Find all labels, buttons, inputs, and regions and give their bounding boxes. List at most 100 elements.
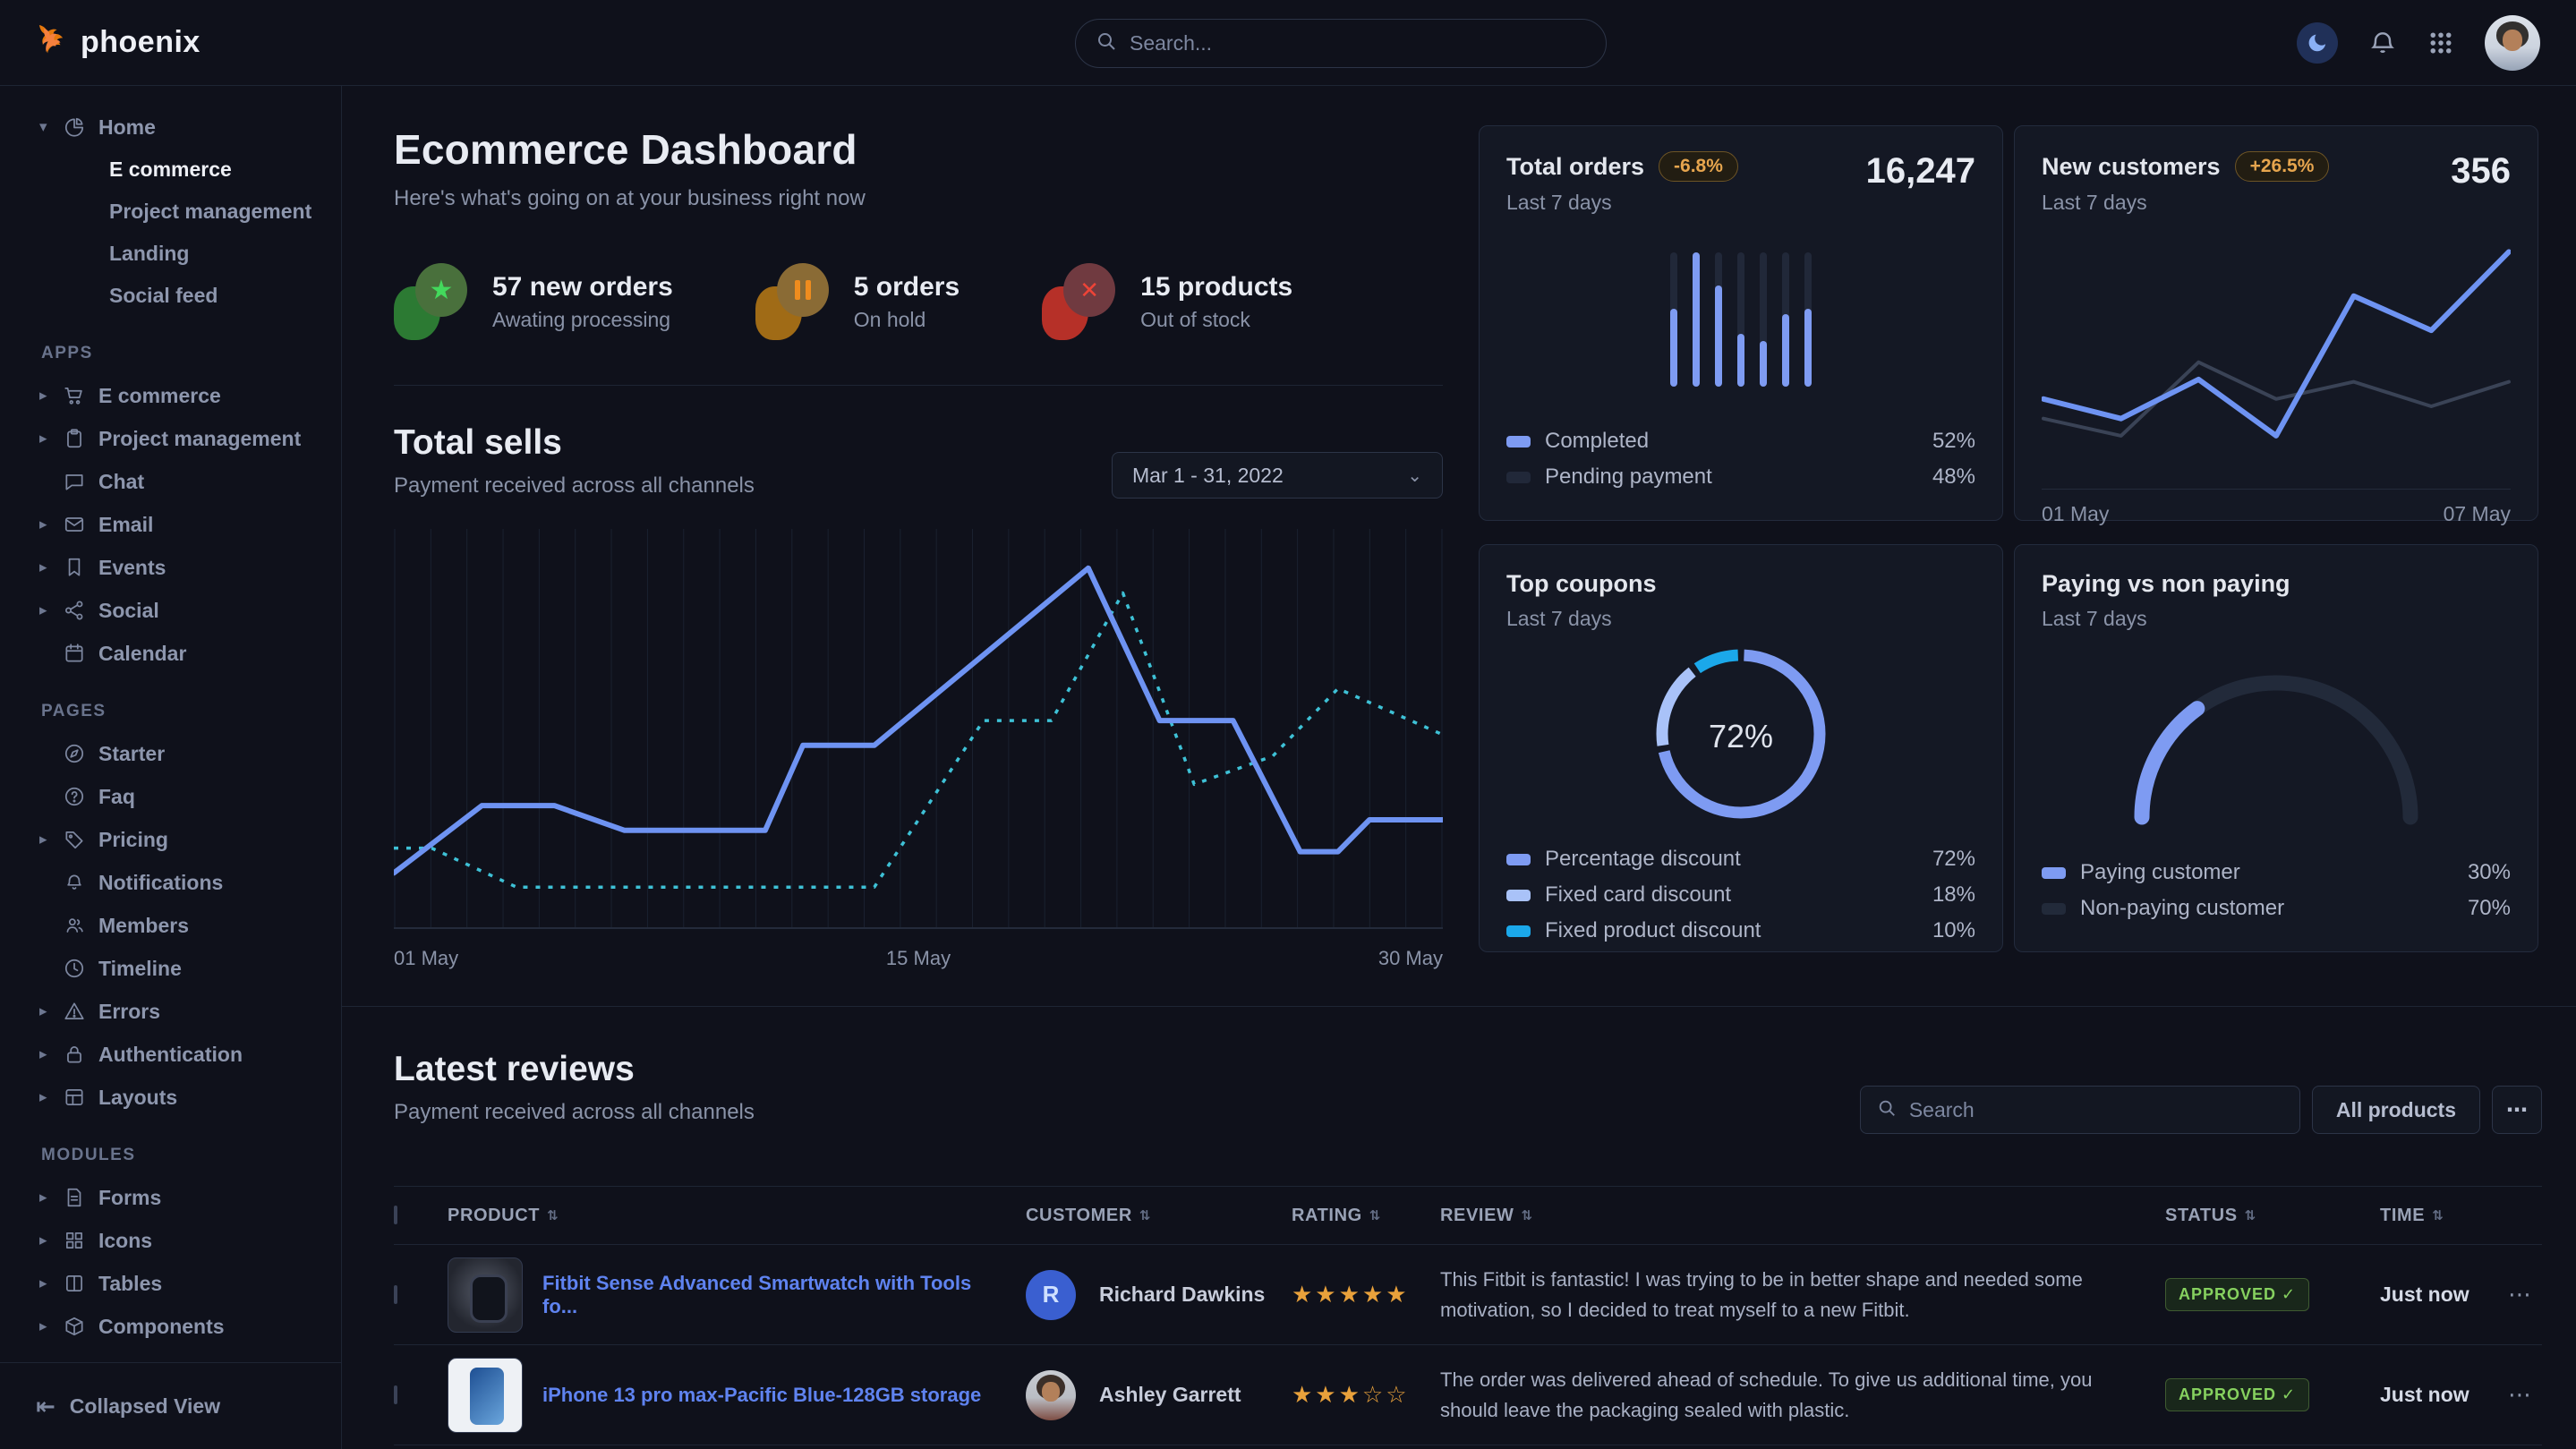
sort-icon: ⇅	[1139, 1207, 1151, 1223]
time-value: Just now	[2380, 1283, 2508, 1307]
product-thumbnail	[448, 1257, 523, 1333]
theme-toggle-button[interactable]	[2297, 22, 2338, 64]
legend-label: Non-paying customer	[2080, 896, 2284, 921]
column-header-product[interactable]: PRODUCT⇅	[448, 1206, 1026, 1226]
select-all-checkbox[interactable]	[394, 1206, 397, 1224]
sidebar-item-landing[interactable]: Landing	[0, 233, 325, 275]
date-range-select[interactable]: Mar 1 - 31, 2022 ⌄	[1112, 452, 1443, 499]
sidebar-item-icons[interactable]: ▸Icons	[0, 1219, 325, 1262]
sidebar-item-social[interactable]: ▸Social	[0, 589, 325, 632]
kpi-cards: Total orders -6.8% Last 7 days 16,247 Co…	[1479, 125, 2538, 970]
apps-grid-icon[interactable]	[2427, 30, 2454, 56]
sidebar-item-members[interactable]: Members	[0, 904, 325, 947]
column-header-time[interactable]: TIME⇅	[2380, 1206, 2508, 1226]
status-badge: APPROVED ✓	[2165, 1278, 2309, 1311]
latest-reviews-section: Latest reviews Payment received across a…	[342, 1007, 2576, 1449]
legend-value: 52%	[1932, 429, 1975, 454]
brand[interactable]: phoenix	[32, 21, 200, 64]
status-badge: APPROVED ✓	[2165, 1378, 2309, 1411]
review-text: The order was delivered ahead of schedul…	[1440, 1365, 2129, 1426]
collapse-icon: ⇤	[36, 1393, 55, 1420]
product-link[interactable]: Fitbit Sense Advanced Smartwatch with To…	[542, 1272, 1026, 1318]
caret-down-icon: ▾	[39, 118, 63, 136]
sidebar-item-layouts[interactable]: ▸Layouts	[0, 1076, 325, 1119]
sidebar-item-e-commerce[interactable]: E commerce	[0, 149, 325, 191]
column-label: PRODUCT	[448, 1206, 540, 1226]
sidebar-item-social-feed[interactable]: Social feed	[0, 275, 325, 317]
row-checkbox[interactable]	[394, 1285, 397, 1304]
collapsed-view-button[interactable]: ⇤ Collapsed View	[36, 1393, 220, 1420]
column-header-review[interactable]: REVIEW⇅	[1440, 1206, 2165, 1226]
date-range-value: Mar 1 - 31, 2022	[1132, 464, 1284, 488]
sidebar-item-email[interactable]: ▸Email	[0, 503, 325, 546]
global-search[interactable]	[1075, 19, 1607, 68]
table-row: iPhone 13 pro max-Pacific Blue-128GB sto…	[394, 1345, 2542, 1445]
row-checkbox[interactable]	[394, 1385, 397, 1404]
column-header-rating[interactable]: RATING⇅	[1292, 1206, 1440, 1226]
stat-sublabel: Out of stock	[1140, 308, 1292, 332]
sidebar-item-faq[interactable]: Faq	[0, 775, 325, 818]
card-period: Last 7 days	[2042, 607, 2290, 631]
trend-badge: +26.5%	[2235, 151, 2330, 182]
legend-row: Percentage discount72%	[1506, 841, 1975, 877]
sort-icon: ⇅	[2432, 1207, 2444, 1223]
bar	[1715, 252, 1722, 387]
column-label: STATUS	[2165, 1206, 2238, 1226]
sidebar-item-project-management[interactable]: Project management	[0, 191, 325, 233]
table-row-partial	[394, 1445, 2542, 1449]
sidebar-item-calendar[interactable]: Calendar	[0, 632, 325, 675]
row-more-icon[interactable]: ⋯	[2508, 1381, 2542, 1409]
sidebar-item-authentication[interactable]: ▸Authentication	[0, 1033, 325, 1076]
legend-row: Fixed card discount18%	[1506, 877, 1975, 913]
card-period: Last 7 days	[1506, 191, 1738, 215]
legend-label: Pending payment	[1545, 465, 1712, 490]
sidebar-item-e-commerce[interactable]: ▸E commerce	[0, 374, 325, 417]
search-input[interactable]	[1130, 31, 1586, 55]
reviews-table-header: PRODUCT⇅CUSTOMER⇅RATING⇅REVIEW⇅STATUS⇅TI…	[394, 1186, 2542, 1245]
sidebar-item-forms[interactable]: ▸Forms	[0, 1176, 325, 1219]
sidebar-item-errors[interactable]: ▸Errors	[0, 990, 325, 1033]
legend-value: 48%	[1932, 465, 1975, 490]
legend-swatch	[1506, 890, 1531, 901]
row-more-icon[interactable]: ⋯	[2508, 1281, 2542, 1308]
sidebar-item-tables[interactable]: ▸Tables	[0, 1262, 325, 1305]
sidebar-item-label: Faq	[98, 785, 135, 809]
reviews-title: Latest reviews	[394, 1050, 755, 1089]
customer-avatar	[1026, 1370, 1076, 1420]
reviews-search-input[interactable]	[1909, 1098, 2283, 1122]
notifications-bell-icon[interactable]	[2368, 29, 2397, 57]
caret-right-icon: ▸	[39, 1232, 63, 1249]
all-products-button[interactable]: All products	[2312, 1086, 2480, 1134]
column-header-status[interactable]: STATUS ⇅	[2165, 1206, 2380, 1226]
card-title: New customers	[2042, 153, 2221, 181]
sidebar-item-project-management[interactable]: ▸Project management	[0, 417, 325, 460]
reviews-search[interactable]	[1860, 1086, 2300, 1134]
user-avatar[interactable]	[2485, 15, 2540, 71]
sidebar-item-timeline[interactable]: Timeline	[0, 947, 325, 990]
sidebar-item-home[interactable]: ▾ Home	[0, 106, 325, 149]
caret-right-icon: ▸	[39, 601, 63, 619]
rating-stars: ★★★☆☆	[1292, 1381, 1440, 1409]
sidebar-item-components[interactable]: ▸Components	[0, 1305, 325, 1348]
more-options-button[interactable]: ⋯	[2492, 1086, 2542, 1134]
product-link[interactable]: iPhone 13 pro max-Pacific Blue-128GB sto…	[542, 1384, 1026, 1407]
sidebar-item-chat[interactable]: Chat	[0, 460, 325, 503]
caret-right-icon: ▸	[39, 1317, 63, 1335]
stats-row: ★57 new ordersAwating processing5 orders…	[394, 263, 1443, 340]
pause-icon	[755, 263, 831, 340]
sidebar-item-pricing[interactable]: ▸Pricing	[0, 818, 325, 861]
sidebar-item-notifications[interactable]: Notifications	[0, 861, 325, 904]
warning-icon	[63, 1000, 86, 1023]
sidebar-item-starter[interactable]: Starter	[0, 732, 325, 775]
bar	[1782, 252, 1789, 387]
card-value: 356	[2451, 151, 2511, 192]
column-header-customer[interactable]: CUSTOMER⇅	[1026, 1206, 1292, 1226]
bar	[1804, 252, 1812, 387]
sidebar-item-events[interactable]: ▸Events	[0, 546, 325, 589]
sidebar-item-label: Home	[98, 115, 156, 140]
sort-icon: ⇅	[2245, 1207, 2256, 1223]
legend-value: 30%	[2468, 860, 2511, 885]
top-navbar: phoenix	[0, 0, 2576, 86]
legend-swatch	[1506, 436, 1531, 447]
sidebar-item-label: Errors	[98, 1000, 160, 1024]
